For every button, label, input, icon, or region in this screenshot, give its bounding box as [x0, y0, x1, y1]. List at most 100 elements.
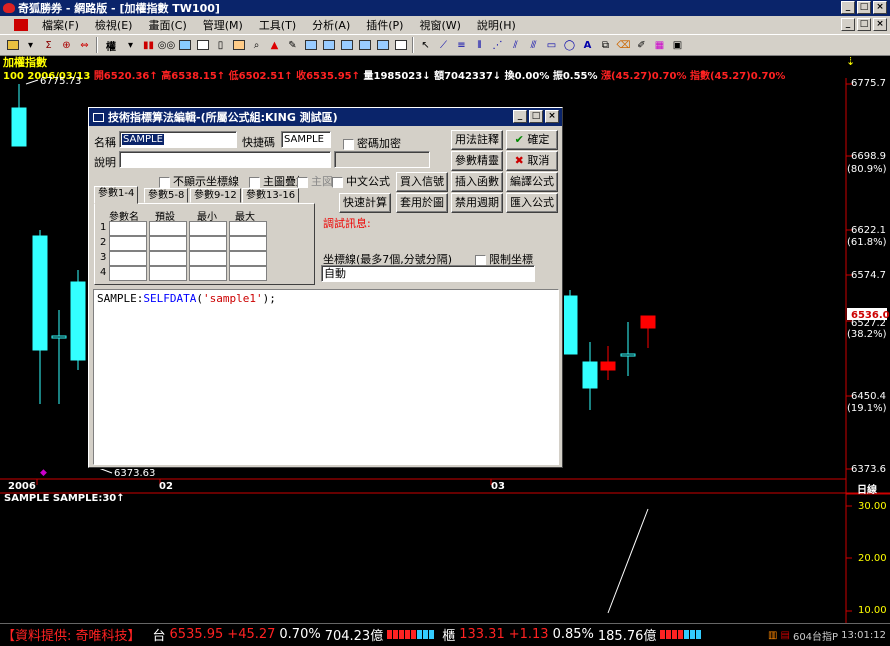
param-wizard-button[interactable]: 參數精靈 — [451, 151, 503, 171]
report-icon[interactable] — [176, 37, 193, 53]
code-editor[interactable]: SAMPLE:SELFDATA('sample1'); — [93, 289, 559, 465]
vline-icon[interactable]: ⦀ — [471, 37, 488, 53]
tab-params-13-16[interactable]: 參數13-16 — [242, 188, 300, 203]
cursor-icon[interactable]: ↖ — [417, 37, 434, 53]
ellipse-icon[interactable]: ◯ — [561, 37, 578, 53]
desc-input[interactable] — [119, 151, 331, 168]
cancel-button[interactable]: ✖ 取消 — [506, 151, 558, 171]
dialog-titlebar[interactable]: 技術指標算法編輯-(所屬公式組:KING 測試區) _ □ × — [89, 108, 562, 126]
param-cell[interactable] — [109, 251, 147, 266]
menu-file[interactable]: 檔案(F) — [34, 17, 87, 33]
chinese-checkbox[interactable]: 中文公式 — [332, 173, 390, 189]
zoom-icon[interactable]: ⊕ — [58, 37, 75, 53]
tab-params-9-12[interactable]: 參數9-12 — [190, 188, 241, 203]
buy-signal-button[interactable]: 買入信號 — [396, 172, 448, 192]
compile-button[interactable]: 編譯公式 — [506, 172, 558, 192]
child-close-button[interactable]: × — [873, 18, 887, 31]
layout-3-icon[interactable] — [338, 37, 355, 53]
param-cell[interactable] — [189, 221, 227, 236]
no-axis-checkbox[interactable]: 不顯示坐標線 — [159, 173, 239, 189]
move-icon[interactable]: ⇔ — [76, 37, 93, 53]
menu-manage[interactable]: 管理(M) — [195, 17, 251, 33]
menu-view[interactable]: 檢視(E) — [87, 17, 141, 33]
draw-line-icon[interactable]: ⟋ — [435, 37, 452, 53]
usage-button[interactable]: 用法註釋 — [451, 130, 503, 150]
insert-function-button[interactable]: 插入函數 — [451, 172, 503, 192]
chart-candles-icon[interactable]: ▮▮ — [140, 37, 157, 53]
param-cell[interactable] — [149, 221, 187, 236]
eraser-icon[interactable]: ⌫ — [615, 37, 632, 53]
child-minimize-button[interactable]: _ — [841, 18, 855, 31]
param-cell[interactable] — [149, 236, 187, 251]
param-cell[interactable] — [189, 266, 227, 281]
menu-help[interactable]: 說明(H) — [469, 17, 524, 33]
open-folder-icon[interactable] — [4, 37, 21, 53]
compare-icon[interactable]: ◎◎ — [158, 37, 175, 53]
search-icon[interactable]: ⌕ — [248, 37, 265, 53]
formula-icon[interactable]: Σ — [40, 37, 57, 53]
save-icon[interactable]: ▣ — [669, 37, 686, 53]
news-icon[interactable] — [230, 37, 247, 53]
param-cell[interactable] — [189, 251, 227, 266]
connection-icon[interactable]: ▤ — [781, 630, 790, 641]
main-chart-checkbox[interactable]: 主図 — [297, 173, 333, 189]
param-cell[interactable] — [109, 236, 147, 251]
password-checkbox[interactable]: 密碼加密 — [343, 135, 401, 151]
import-button[interactable]: 匯入公式 — [506, 193, 558, 213]
menu-plugins[interactable]: 插件(P) — [358, 17, 411, 33]
param-cell[interactable] — [109, 221, 147, 236]
text-icon[interactable]: A — [579, 37, 596, 53]
disable-period-button[interactable]: 禁用週期 — [451, 193, 503, 213]
menu-window[interactable]: 視窗(W) — [411, 17, 468, 33]
param-cell[interactable] — [189, 236, 227, 251]
maximize-button[interactable]: □ — [857, 1, 871, 14]
apply-chart-button[interactable]: 套用於圖 — [396, 193, 448, 213]
quick-calc-button[interactable]: 快速計算 — [339, 193, 391, 213]
child-restore-button[interactable]: □ — [857, 18, 871, 31]
close-button[interactable]: × — [873, 1, 887, 14]
fan-icon[interactable]: ⋰ — [489, 37, 506, 53]
rectangle-icon[interactable]: ▭ — [543, 37, 560, 53]
param-cell[interactable] — [229, 251, 267, 266]
chevron-down-icon[interactable]: ▾ — [122, 37, 139, 53]
layout-5-icon[interactable] — [374, 37, 391, 53]
param-cell[interactable] — [229, 236, 267, 251]
quote-mode-select[interactable]: 權 — [101, 37, 121, 53]
channel-icon[interactable]: ⫽ — [507, 37, 524, 53]
dialog-maximize-button[interactable]: □ — [529, 110, 543, 123]
layout-1-icon[interactable] — [302, 37, 319, 53]
copy-icon[interactable]: ⧉ — [597, 37, 614, 53]
alarm-icon[interactable]: ▥ — [768, 630, 777, 641]
menu-analysis[interactable]: 分析(A) — [304, 17, 358, 33]
name-input[interactable]: SAMPLE — [119, 131, 237, 148]
brush-icon[interactable]: ✐ — [633, 37, 650, 53]
param-cell[interactable] — [229, 266, 267, 281]
param-cell[interactable] — [109, 266, 147, 281]
layout-2-icon[interactable] — [320, 37, 337, 53]
param-cell[interactable] — [229, 221, 267, 236]
table-icon[interactable] — [194, 37, 211, 53]
period-label[interactable]: 日線 — [857, 481, 877, 496]
hline-icon[interactable]: ≡ — [453, 37, 470, 53]
hotkey-input[interactable]: SAMPLE — [281, 131, 331, 148]
alert-icon[interactable]: ▲ — [266, 37, 283, 53]
ok-button[interactable]: ✔ 確定 — [506, 130, 558, 150]
axis-input[interactable]: 自動 — [321, 265, 535, 282]
pen-icon[interactable]: ✎ — [284, 37, 301, 53]
menu-screen[interactable]: 畫面(C) — [140, 17, 194, 33]
layout-6-icon[interactable] — [392, 37, 409, 53]
param-cell[interactable] — [149, 251, 187, 266]
book-icon[interactable]: ▯ — [212, 37, 229, 53]
param-cell[interactable] — [149, 266, 187, 281]
palette-icon[interactable]: ▦ — [651, 37, 668, 53]
tab-params-5-8[interactable]: 參數5-8 — [144, 188, 189, 203]
layout-4-icon[interactable] — [356, 37, 373, 53]
menu-tools[interactable]: 工具(T) — [251, 17, 304, 33]
dialog-minimize-button[interactable]: _ — [513, 110, 527, 123]
parallel-icon[interactable]: ⫻ — [525, 37, 542, 53]
dropdown-icon[interactable]: ▾ — [22, 37, 39, 53]
tab-params-1-4[interactable]: 參數1-4 — [94, 186, 139, 204]
dialog-close-button[interactable]: × — [545, 110, 559, 123]
minimize-button[interactable]: _ — [841, 1, 855, 14]
document-icon[interactable] — [14, 19, 28, 31]
